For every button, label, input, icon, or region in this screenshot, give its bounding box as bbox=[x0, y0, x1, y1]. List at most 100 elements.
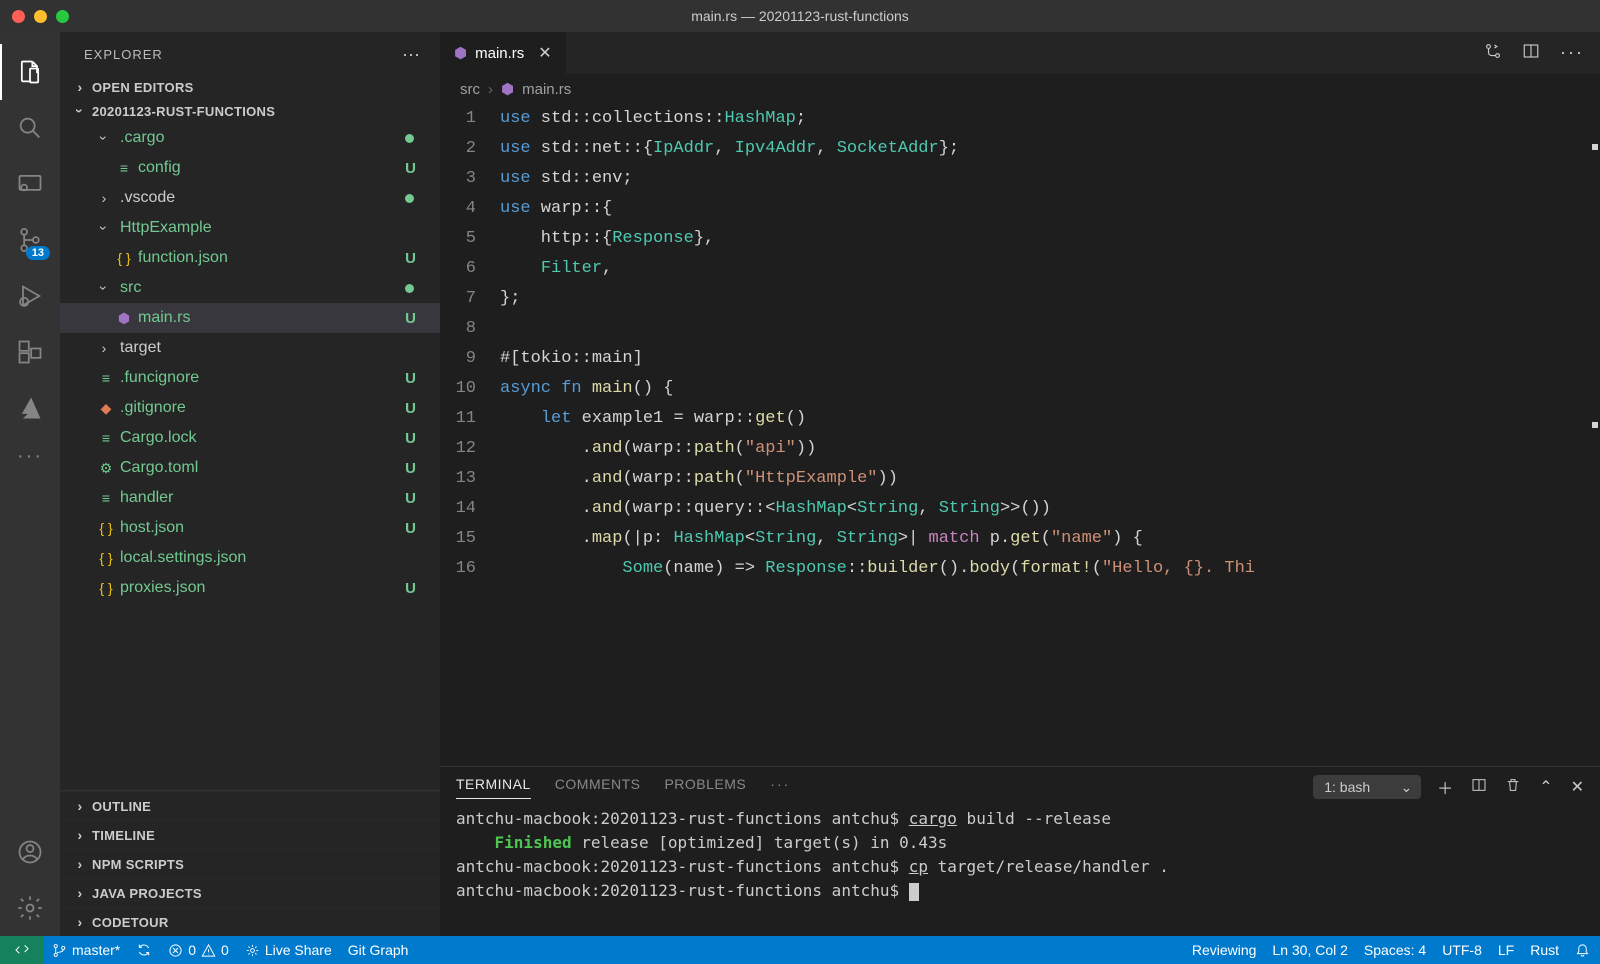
activity-debug-icon[interactable] bbox=[0, 268, 60, 324]
status-right: Reviewing Ln 30, Col 2 Spaces: 4 UTF-8 L… bbox=[1192, 942, 1590, 958]
status-cursor[interactable]: Ln 30, Col 2 bbox=[1272, 942, 1348, 958]
tree-item-httpexample[interactable]: ›HttpExample bbox=[60, 213, 440, 243]
sidebar-header: EXPLORER ··· bbox=[60, 32, 440, 75]
section-npm-scripts[interactable]: › NPM SCRIPTS bbox=[60, 849, 440, 878]
maximize-panel-icon[interactable]: ⌃ bbox=[1539, 777, 1552, 797]
terminal-selector[interactable]: 1: bash ⌄ bbox=[1313, 775, 1421, 799]
tree-item--funcignore[interactable]: ≡.funcignoreU bbox=[60, 363, 440, 393]
kill-terminal-icon[interactable] bbox=[1505, 777, 1521, 798]
tree-item--gitignore[interactable]: ◆.gitignoreU bbox=[60, 393, 440, 423]
file-icon: ≡ bbox=[96, 430, 116, 446]
tree-item-main-rs[interactable]: ⬢main.rsU bbox=[60, 303, 440, 333]
activity-explorer-icon[interactable] bbox=[0, 44, 60, 100]
status-encoding[interactable]: UTF-8 bbox=[1442, 942, 1482, 958]
sidebar-title: EXPLORER bbox=[84, 47, 163, 62]
file-tree: ›.cargo≡configU›.vscode›HttpExample{ }fu… bbox=[60, 123, 440, 790]
tab-close-icon[interactable]: ✕ bbox=[538, 43, 551, 63]
tree-item-label: .cargo bbox=[120, 129, 405, 147]
tree-item--cargo[interactable]: ›.cargo bbox=[60, 123, 440, 153]
breadcrumb-separator-icon: › bbox=[488, 81, 493, 98]
tree-item-function-json[interactable]: { }function.jsonU bbox=[60, 243, 440, 273]
activity-source-control-icon[interactable]: 13 bbox=[0, 212, 60, 268]
section-timeline[interactable]: ›TIMELINE bbox=[60, 820, 440, 849]
status-language[interactable]: Rust bbox=[1530, 942, 1559, 958]
window-maximize-button[interactable] bbox=[56, 10, 69, 23]
tree-item-label: Cargo.lock bbox=[120, 429, 397, 447]
chevron-right-icon: › bbox=[72, 856, 88, 872]
new-terminal-icon[interactable]: ＋ bbox=[1437, 775, 1453, 799]
tree-item-label: function.json bbox=[138, 249, 397, 267]
panel-action-icons: ＋ ⌃ ✕ bbox=[1437, 775, 1584, 799]
tree-item-label: .vscode bbox=[120, 189, 405, 207]
breadcrumb-folder[interactable]: src bbox=[460, 81, 480, 98]
tree-item--vscode[interactable]: ›.vscode bbox=[60, 183, 440, 213]
file-icon: ≡ bbox=[96, 490, 116, 506]
activity-settings-icon[interactable] bbox=[0, 880, 60, 936]
editor-more-icon[interactable]: ··· bbox=[1560, 42, 1584, 65]
chevron-right-icon: › bbox=[72, 79, 88, 95]
tree-item-cargo-toml[interactable]: ⚙Cargo.tomlU bbox=[60, 453, 440, 483]
panel-tab-comments[interactable]: COMMENTS bbox=[555, 776, 641, 798]
panel-tab-terminal[interactable]: TERMINAL bbox=[456, 776, 531, 799]
editor-area: ⬢ main.rs ✕ ··· src › ⬢ main.rs 12345678… bbox=[440, 32, 1600, 936]
tree-item-config[interactable]: ≡configU bbox=[60, 153, 440, 183]
status-branch[interactable]: master* bbox=[52, 942, 120, 958]
status-live-share[interactable]: Live Share bbox=[245, 942, 332, 958]
activity-azure-icon[interactable] bbox=[0, 380, 60, 436]
split-editor-icon[interactable] bbox=[1522, 42, 1540, 65]
untracked-badge: U bbox=[405, 430, 428, 447]
untracked-badge: U bbox=[405, 310, 428, 327]
section-label: NPM SCRIPTS bbox=[92, 857, 184, 872]
breadcrumb[interactable]: src › ⬢ main.rs bbox=[440, 74, 1600, 104]
untracked-badge: U bbox=[405, 160, 428, 177]
chevron-right-icon: › bbox=[72, 885, 88, 901]
status-git-graph[interactable]: Git Graph bbox=[348, 942, 409, 958]
status-spaces[interactable]: Spaces: 4 bbox=[1364, 942, 1426, 958]
window-minimize-button[interactable] bbox=[34, 10, 47, 23]
tree-item-label: handler bbox=[120, 489, 397, 507]
sidebar-more-icon[interactable]: ··· bbox=[402, 44, 420, 65]
section-open-editors[interactable]: › OPEN EDITORS bbox=[60, 75, 440, 99]
terminal-output[interactable]: antchu-macbook:20201123-rust-functions a… bbox=[440, 799, 1600, 936]
tab-main-rs[interactable]: ⬢ main.rs ✕ bbox=[440, 32, 566, 74]
tab-actions: ··· bbox=[1484, 42, 1600, 65]
panel-tab-problems[interactable]: PROBLEMS bbox=[664, 776, 746, 798]
untracked-badge: U bbox=[405, 460, 428, 477]
tree-item-proxies-json[interactable]: { }proxies.jsonU bbox=[60, 573, 440, 603]
activity-more-icon[interactable]: ··· bbox=[0, 436, 60, 476]
split-terminal-icon[interactable] bbox=[1471, 777, 1487, 798]
panel-more-icon[interactable]: ··· bbox=[770, 776, 790, 798]
section-java-projects[interactable]: ›JAVA PROJECTS bbox=[60, 878, 440, 907]
tree-item-label: Cargo.toml bbox=[120, 459, 397, 477]
remote-indicator[interactable] bbox=[0, 936, 44, 964]
breadcrumb-file[interactable]: main.rs bbox=[522, 81, 571, 98]
compare-changes-icon[interactable] bbox=[1484, 42, 1502, 65]
file-icon: ≡ bbox=[114, 160, 134, 176]
tree-item-local-settings-json[interactable]: { }local.settings.json bbox=[60, 543, 440, 573]
activity-search-icon[interactable] bbox=[0, 100, 60, 156]
window-close-button[interactable] bbox=[12, 10, 25, 23]
section-project[interactable]: › 20201123-RUST-FUNCTIONS bbox=[60, 99, 440, 123]
modified-dot-icon bbox=[405, 194, 414, 203]
tree-item-handler[interactable]: ≡handlerU bbox=[60, 483, 440, 513]
activity-remote-icon[interactable] bbox=[0, 156, 60, 212]
activity-account-icon[interactable] bbox=[0, 824, 60, 880]
tree-item-host-json[interactable]: { }host.jsonU bbox=[60, 513, 440, 543]
file-icon: › bbox=[96, 190, 116, 206]
status-left: master* 0 0 Live Share Git Graph bbox=[52, 942, 408, 958]
tree-item-cargo-lock[interactable]: ≡Cargo.lock U bbox=[60, 423, 440, 453]
close-panel-icon[interactable]: ✕ bbox=[1571, 777, 1584, 797]
tree-item-target[interactable]: ›target bbox=[60, 333, 440, 363]
terminal-selector-label: 1: bash bbox=[1324, 779, 1370, 795]
code-content[interactable]: use std::collections::HashMap;use std::n… bbox=[500, 104, 1600, 766]
status-problems[interactable]: 0 0 bbox=[168, 942, 229, 958]
section-outline[interactable]: ›OUTLINE bbox=[60, 791, 440, 820]
status-notifications-icon[interactable] bbox=[1575, 943, 1590, 958]
status-reviewing[interactable]: Reviewing bbox=[1192, 942, 1257, 958]
tree-item-src[interactable]: ›src bbox=[60, 273, 440, 303]
section-codetour[interactable]: ›CODETOUR bbox=[60, 907, 440, 936]
status-sync-icon[interactable] bbox=[136, 942, 152, 958]
activity-extensions-icon[interactable] bbox=[0, 324, 60, 380]
status-eol[interactable]: LF bbox=[1498, 942, 1514, 958]
code-editor[interactable]: 12345678910111213141516 use std::collect… bbox=[440, 104, 1600, 766]
